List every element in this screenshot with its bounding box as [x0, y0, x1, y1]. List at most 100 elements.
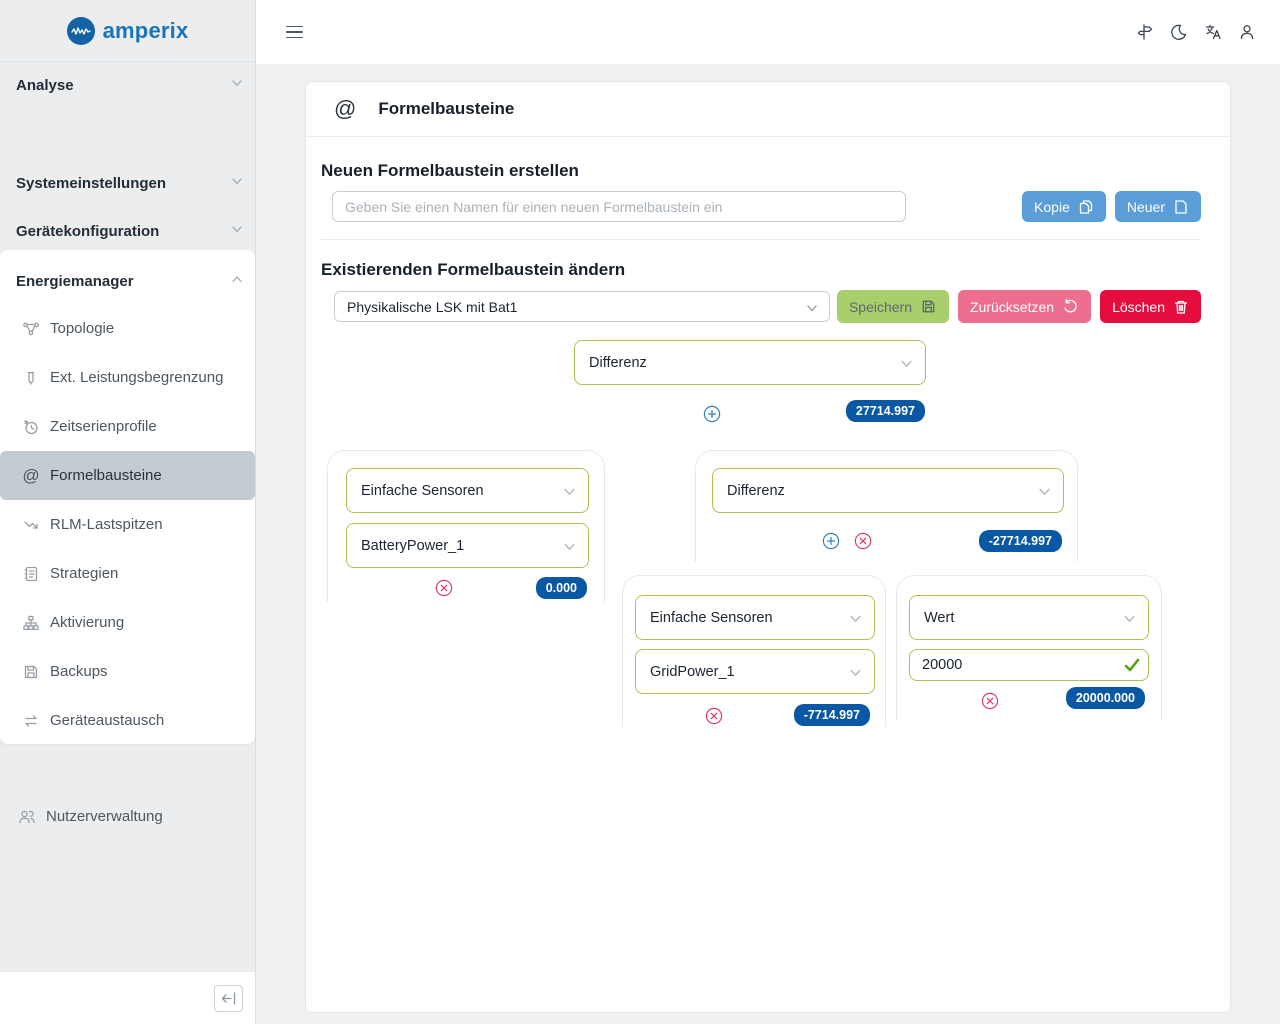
add-operand-icon[interactable]	[703, 405, 721, 423]
sitemap-icon	[22, 614, 40, 632]
copy-icon	[1078, 199, 1094, 215]
battery-type-select[interactable]: Einfache Sensoren	[346, 468, 589, 513]
battery-sensor-select[interactable]: BatteryPower_1	[346, 523, 589, 568]
root-value-badge: 27714.997	[846, 400, 925, 422]
sidebar-item-zeitserienprofile[interactable]: Zeitserienprofile	[0, 402, 255, 451]
sidebar-item-topologie[interactable]: Topologie	[0, 304, 255, 353]
sidebar-item-label: Nutzerverwaltung	[46, 808, 163, 825]
value-node-card: Wert 20000.000	[896, 575, 1162, 720]
save-icon	[920, 298, 937, 315]
reset-button[interactable]: Zurücksetzen	[958, 290, 1091, 323]
user-icon[interactable]	[1238, 23, 1256, 41]
sidebar-item-label: RLM-Lastspitzen	[50, 516, 163, 533]
remove-node-icon[interactable]	[981, 692, 999, 710]
topology-icon	[22, 320, 40, 338]
chevron-down-icon	[806, 301, 818, 317]
battery-node-card: Einfache Sensoren BatteryPower_1 0.000	[327, 450, 605, 602]
sidebar-item-formelbausteine[interactable]: @ Formelbausteine	[0, 451, 255, 500]
chevron-up-icon	[231, 272, 243, 290]
sidebar-item-label: Backups	[50, 663, 108, 680]
formelbausteine-card: @ Formelbausteine Neuen Formelbaustein e…	[305, 81, 1231, 1013]
sidebar-item-rlm-lastspitzen[interactable]: RLM-Lastspitzen	[0, 500, 255, 549]
remove-node-icon[interactable]	[854, 532, 872, 550]
grid-sensor-select[interactable]: GridPower_1	[635, 649, 875, 694]
new-file-icon	[1173, 199, 1189, 215]
trash-icon	[1173, 299, 1189, 315]
load-peak-icon	[22, 516, 40, 534]
sidebar-item-label: Strategien	[50, 565, 118, 582]
menu-toggle-icon[interactable]	[286, 26, 303, 39]
sidebar-item-aktivierung[interactable]: Aktivierung	[0, 598, 255, 647]
topbar	[256, 0, 1280, 64]
value-type-select[interactable]: Wert	[909, 595, 1149, 640]
sidebar-group-energiemanager[interactable]: Energiemanager	[16, 268, 243, 294]
sidebar-item-geraeteaustausch[interactable]: Geräteaustausch	[0, 696, 255, 745]
users-icon	[18, 808, 36, 826]
valid-check-icon	[1123, 656, 1141, 679]
sidebar-item-label: Geräteaustausch	[50, 712, 164, 729]
logo[interactable]: amperix	[0, 0, 255, 62]
arrow-left-icon	[221, 992, 236, 1005]
power-limit-icon	[22, 369, 40, 387]
chevron-down-icon	[563, 485, 576, 502]
undo-icon	[1062, 298, 1079, 315]
sidebar-item-label: Formelbausteine	[50, 467, 162, 484]
page-title: Formelbausteine	[378, 99, 514, 119]
difference-operator-select[interactable]: Differenz	[712, 468, 1064, 513]
value-input[interactable]	[909, 649, 1149, 681]
logo-wordmark: amperix	[103, 18, 189, 44]
edit-section: Existierenden Formelbaustein ändern Phys…	[306, 240, 1230, 323]
difference-node-card: Differenz -27714.997	[695, 450, 1078, 562]
sidebar-group-systemeinstellungen[interactable]: Systemeinstellungen	[16, 170, 243, 196]
save-button[interactable]: Speichern	[837, 290, 949, 323]
sidebar-footer	[0, 972, 255, 1024]
chevron-down-icon	[1123, 612, 1136, 629]
sidebar-item-label: Zeitserienprofile	[50, 418, 157, 435]
translate-icon[interactable]	[1204, 23, 1222, 41]
formula-tree: Differenz 27714.997 Einfache Sensoren	[306, 332, 1230, 772]
sidebar-item-backups[interactable]: Backups	[0, 647, 255, 696]
moon-icon[interactable]	[1170, 23, 1188, 41]
energiemanager-panel: Energiemanager Topologie Ext. Leistungsb…	[0, 250, 255, 744]
signpost-icon[interactable]	[1136, 23, 1154, 41]
sidebar-item-strategien[interactable]: Strategien	[0, 549, 255, 598]
sidebar: amperix Analyse Systemeinstellungen Gerä…	[0, 0, 256, 1024]
formula-select[interactable]: Physikalische LSK mit Bat1	[334, 291, 830, 322]
swap-icon	[22, 712, 40, 730]
chevron-down-icon	[900, 357, 913, 374]
sidebar-item-nutzerverwaltung[interactable]: Nutzerverwaltung	[0, 792, 255, 841]
remove-node-icon[interactable]	[435, 579, 453, 597]
chevron-down-icon	[1038, 485, 1051, 502]
difference-value-badge: -27714.997	[979, 530, 1062, 552]
add-operand-icon[interactable]	[822, 532, 840, 550]
edit-heading: Existierenden Formelbaustein ändern	[321, 260, 1201, 280]
copy-button[interactable]: Kopie	[1022, 191, 1106, 222]
delete-button[interactable]: Löschen	[1100, 290, 1201, 323]
sidebar-group-geraetekonfiguration[interactable]: Gerätekonfiguration	[16, 218, 243, 244]
sidebar-item-ext-leistungsbegrenzung[interactable]: Ext. Leistungsbegrenzung	[0, 353, 255, 402]
energiemanager-items: Topologie Ext. Leistungsbegrenzung Zeits…	[0, 304, 255, 745]
grid-node-card: Einfache Sensoren GridPower_1 -7714.997	[622, 575, 886, 727]
battery-value-badge: 0.000	[536, 577, 587, 599]
at-icon: @	[334, 96, 356, 122]
formula-select-value: Physikalische LSK mit Bat1	[347, 299, 517, 315]
sidebar-bottom-group: Nutzerverwaltung	[0, 792, 255, 841]
collapse-sidebar-button[interactable]	[214, 985, 243, 1012]
chevron-down-icon	[563, 540, 576, 557]
sidebar-group-analyse[interactable]: Analyse	[16, 72, 243, 98]
sidebar-item-label: Topologie	[50, 320, 114, 337]
timeseries-icon	[22, 418, 40, 436]
at-icon: @	[22, 467, 40, 485]
sidebar-item-label: Aktivierung	[50, 614, 124, 631]
floppy-icon	[22, 663, 40, 681]
amperix-logo-icon	[67, 17, 95, 45]
new-button[interactable]: Neuer	[1115, 191, 1201, 222]
root-operator-select[interactable]: Differenz	[574, 340, 926, 385]
new-formula-name-input[interactable]	[332, 191, 906, 222]
strategies-icon	[22, 565, 40, 583]
chevron-down-icon	[849, 666, 862, 683]
chevron-down-icon	[849, 612, 862, 629]
grid-type-select[interactable]: Einfache Sensoren	[635, 595, 875, 640]
sidebar-item-label: Ext. Leistungsbegrenzung	[50, 369, 223, 386]
remove-node-icon[interactable]	[705, 707, 723, 725]
